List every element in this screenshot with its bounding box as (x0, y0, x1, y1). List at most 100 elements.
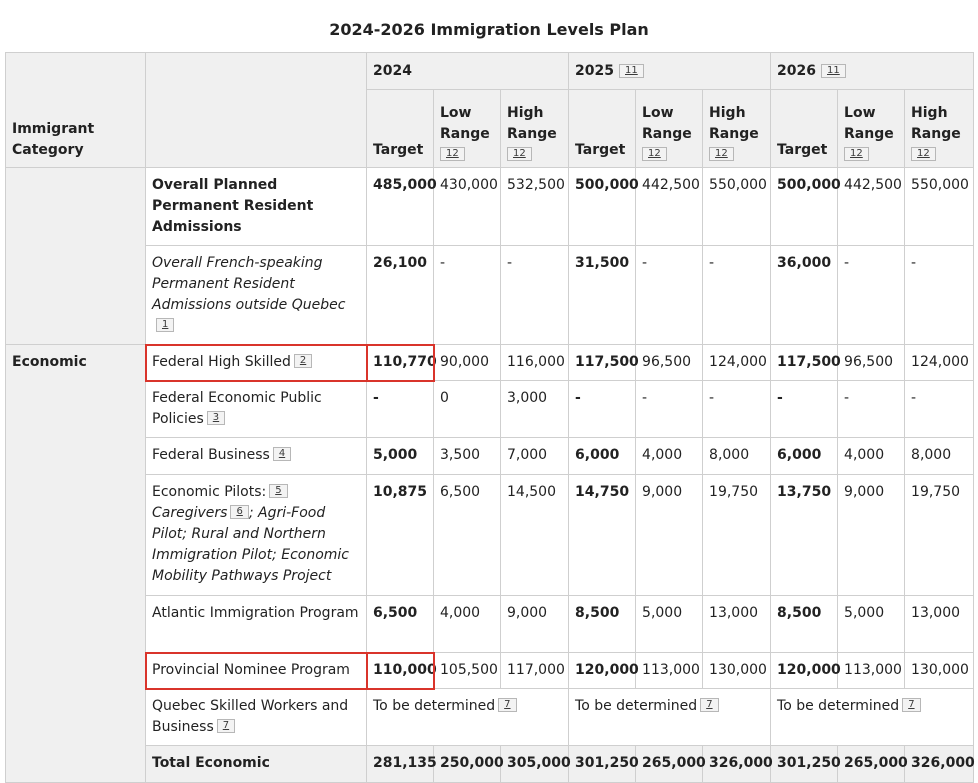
footnote-link[interactable]: 11 (619, 64, 644, 78)
cell-to-be-determined: To be determined 7 (365, 688, 570, 746)
cell-high: 3,000 (499, 380, 570, 438)
cell-low: 105,500 (433, 652, 501, 689)
footnote-link[interactable]: 7 (498, 698, 517, 712)
cell-high: 9,000 (499, 595, 570, 653)
cell-high: 124,000 (702, 344, 772, 381)
cell-target: 281,135 (366, 745, 437, 783)
header-immigrant-category: Immigrant Category (5, 52, 146, 168)
cell-target: 117,500 (770, 344, 841, 381)
cell-target: - (568, 380, 637, 438)
footnote-link[interactable]: 2 (293, 354, 313, 368)
cell-high: - (904, 380, 975, 438)
cell-target: 13,750 (770, 474, 839, 596)
row-label: Atlantic Immigration Program (145, 595, 367, 653)
cell-target: 120,000 (568, 652, 639, 689)
cell-low: 5,000 (635, 595, 704, 653)
cell-low: - (837, 245, 906, 345)
table-row-provincial-nominee: Provincial Nominee Program 110,000 105,5… (6, 651, 975, 690)
footnote-link[interactable]: 12 (642, 147, 667, 161)
cell-high: - (904, 245, 975, 345)
cell-target: 301,250 (568, 745, 639, 783)
cell-high: 8,000 (904, 437, 975, 475)
cell-target: 8,500 (568, 595, 637, 653)
header-year-2026: 2026 11 (770, 52, 975, 90)
cell-high: 117,000 (499, 652, 570, 689)
footnote-link[interactable]: 5 (269, 484, 288, 498)
cell-target: - (366, 380, 434, 438)
cell-high: 305,000 (499, 745, 571, 783)
cell-low: 0 (433, 380, 501, 438)
cell-low: 4,000 (433, 595, 501, 653)
table-row-federal-business: Federal Business 4 5,000 3,500 7,000 6,00… (6, 437, 975, 475)
table-row-federal-economic-public-policies: Federal Economic Public Policies 3 - 0 3,… (6, 380, 975, 438)
cell-to-be-determined: To be determined 7 (770, 688, 975, 746)
footnote-link[interactable]: 11 (821, 64, 846, 78)
cell-target: 500,000 (770, 167, 841, 246)
cell-low: 3,500 (433, 437, 501, 475)
table-row-atlantic-immigration: Atlantic Immigration Program 6,500 4,000… (6, 595, 975, 653)
footnote-link[interactable]: 12 (911, 147, 936, 161)
cell-low: 4,000 (635, 437, 704, 475)
table-row-economic-pilots: Economic Pilots: 5 Caregivers 6; Agri-Food … (6, 474, 975, 596)
cell-high: 550,000 (904, 167, 975, 246)
header-blank (145, 52, 367, 168)
cell-high: 8,000 (702, 437, 772, 475)
footnote-link[interactable]: 12 (440, 147, 465, 161)
cell-high: - (702, 380, 772, 438)
footnote-link[interactable]: 7 (700, 698, 719, 712)
cell-target: 117,500 (568, 344, 639, 381)
header-high-range: High Range 12 (499, 89, 570, 168)
cell-low: - (635, 245, 704, 345)
footnote-link[interactable]: 1 (156, 318, 175, 332)
cell-high: 19,750 (702, 474, 772, 596)
cell-high: 550,000 (702, 167, 772, 246)
footnote-link[interactable]: 12 (844, 147, 869, 161)
cell-target: - (770, 380, 839, 438)
header-low-range: Low Range 12 (837, 89, 906, 168)
row-label: Total Economic (145, 745, 367, 783)
footnote-link[interactable]: 4 (272, 447, 292, 461)
header-high-range: High Range 12 (904, 89, 975, 168)
cell-low: 96,500 (635, 344, 704, 381)
header-year-2025: 2025 11 (568, 52, 772, 90)
cell-low: 113,000 (635, 652, 704, 689)
row-label: Federal Business 4 (145, 437, 367, 475)
cell-low: 265,000 (837, 745, 908, 783)
cell-high: 13,000 (904, 595, 975, 653)
cell-high: 19,750 (904, 474, 975, 596)
cell-target: 14,750 (568, 474, 637, 596)
cell-target: 5,000 (366, 437, 434, 475)
header-target: Target (366, 89, 434, 168)
cell-target: 301,250 (770, 745, 841, 783)
cell-high: 116,000 (499, 344, 570, 381)
cell-high: - (499, 245, 570, 345)
cell-low: - (433, 245, 501, 345)
row-label-highlighted: Provincial Nominee Program (144, 651, 368, 690)
cell-low: 442,500 (837, 167, 906, 246)
footnote-link[interactable]: 7 (902, 698, 921, 712)
cell-low: 96,500 (837, 344, 906, 381)
header-target: Target (568, 89, 637, 168)
footnote-link[interactable]: 3 (206, 411, 226, 425)
cell-low: 4,000 (837, 437, 906, 475)
header-low-range: Low Range 12 (635, 89, 704, 168)
cell-target: 8,500 (770, 595, 839, 653)
row-label: Economic Pilots: 5 Caregivers 6; Agri-Food … (145, 474, 367, 596)
cell-low: 113,000 (837, 652, 906, 689)
footnote-link[interactable]: 12 (709, 147, 734, 161)
cell-high: 13,000 (702, 595, 772, 653)
table-title: 2024-2026 Immigration Levels Plan (329, 20, 649, 39)
footnote-link[interactable]: 6 (230, 505, 249, 519)
cell-target-highlighted: 110,000 (365, 651, 437, 690)
cell-low: 265,000 (635, 745, 706, 783)
cell-target: 10,875 (366, 474, 434, 596)
footnote-link[interactable]: 7 (216, 719, 236, 733)
table-row-french: Overall French-speaking Permanent Reside… (6, 245, 975, 345)
cell-to-be-determined: To be determined 7 (568, 688, 772, 746)
cell-low: 250,000 (433, 745, 504, 783)
cell-target: 6,000 (770, 437, 839, 475)
row-label: Overall French-speaking Permanent Reside… (145, 245, 367, 345)
table-row-total-economic: Total Economic 281,135 250,000 305,000 3… (6, 745, 975, 783)
footnote-link[interactable]: 12 (507, 147, 532, 161)
cell-high: 532,500 (499, 167, 570, 246)
